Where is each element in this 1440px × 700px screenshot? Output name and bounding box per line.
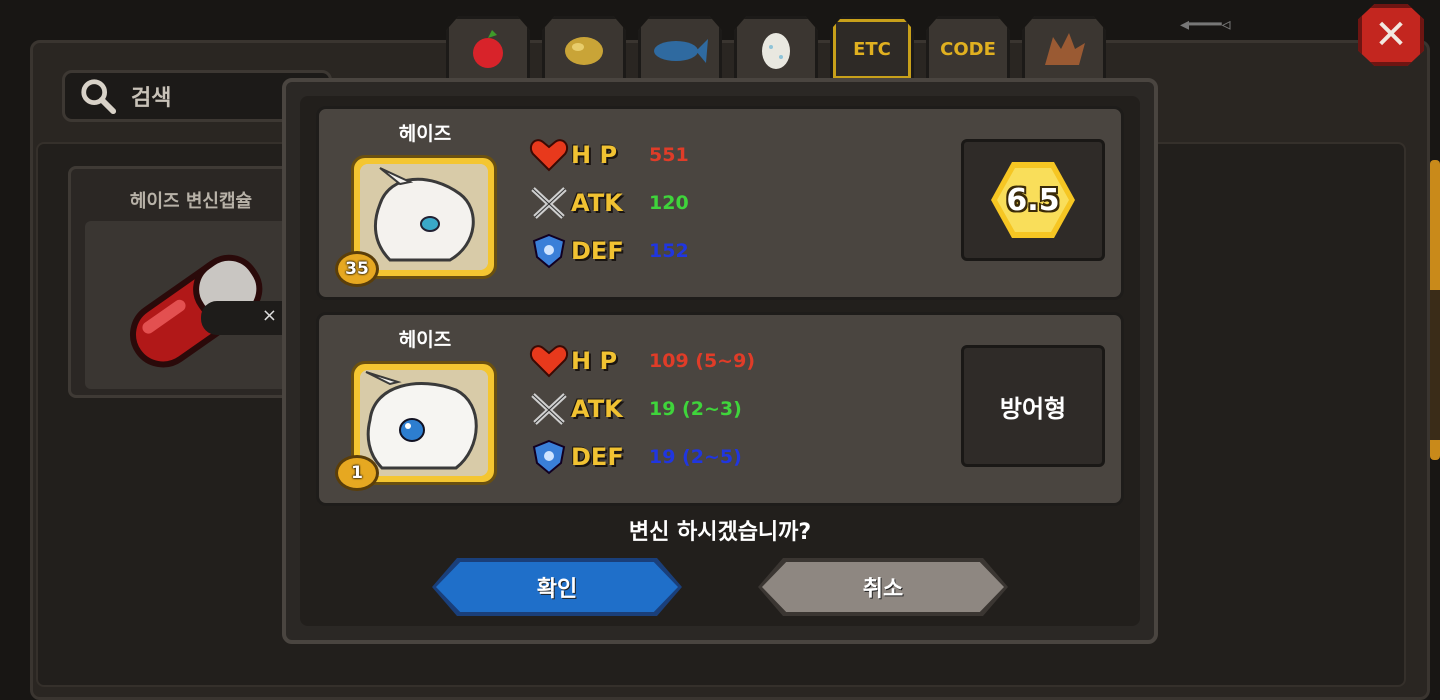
tab-dragon[interactable]	[1022, 16, 1106, 82]
item-count: ×	[201, 301, 287, 335]
item-title: 헤이즈 변신캡슐	[129, 191, 253, 212]
tab-fish[interactable]	[638, 16, 722, 82]
current-level-badge: 35	[335, 251, 379, 287]
close-icon: ✕	[1374, 12, 1408, 58]
current-pet-card: 헤이즈 35 H P 551 ATK 120 DEF 152 6.5	[316, 106, 1124, 300]
search-icon	[81, 79, 117, 115]
item-card[interactable]: 헤이즈 변신캡슐 ×	[68, 166, 308, 398]
result-hp-row: H P 109 (5~9)	[527, 341, 755, 381]
close-button[interactable]: ✕	[1358, 4, 1424, 66]
egg-icon	[762, 33, 790, 69]
dragon-icon	[1045, 33, 1085, 65]
shield-icon	[527, 439, 571, 475]
tab-code-label: CODE	[940, 38, 996, 60]
result-hp-value: 109 (5~9)	[649, 350, 756, 372]
tab-ore[interactable]	[542, 16, 626, 82]
swords-icon	[527, 185, 571, 221]
tab-egg[interactable]	[734, 16, 818, 82]
baby-dragon-portrait-icon	[360, 370, 488, 476]
fish-icon	[654, 39, 708, 63]
current-pet-name: 헤이즈	[398, 123, 452, 145]
current-hp-value: 551	[649, 144, 689, 166]
swords-icon	[527, 391, 571, 427]
heart-icon	[527, 137, 571, 173]
shield-icon	[527, 233, 571, 269]
current-atk-value: 120	[649, 192, 689, 214]
type-box: 방어형	[961, 345, 1105, 467]
hp-label: H P	[571, 141, 618, 169]
result-pet-card: 헤이즈 1 H P 109 (5~9) ATK 19 (2~3) DEF 19 …	[316, 312, 1124, 506]
atk-label: ATK	[571, 189, 623, 217]
result-def-row: DEF 19 (2~5)	[527, 437, 742, 477]
result-pet-name: 헤이즈	[398, 329, 452, 351]
grade-box: 6.5	[961, 139, 1105, 261]
scroll-track[interactable]	[1430, 290, 1440, 440]
dragon-portrait-icon	[360, 164, 488, 270]
current-hp-row: H P 551	[527, 135, 689, 175]
atk-label: ATK	[571, 395, 623, 423]
hp-label: H P	[571, 347, 618, 375]
category-tabs: ETC CODE	[440, 6, 1120, 82]
result-atk-value: 19 (2~3)	[649, 398, 742, 420]
current-def-value: 152	[649, 240, 689, 262]
pet-type-label: 방어형	[999, 394, 1067, 423]
confirm-question: 변신 하시겠습니까?	[628, 520, 812, 545]
fruit-icon	[473, 30, 503, 68]
tab-code[interactable]: CODE	[926, 16, 1010, 82]
confirm-button-label: 확인	[536, 577, 578, 602]
confirm-button[interactable]: 확인	[432, 558, 682, 616]
grade-value: 6.5	[997, 168, 1069, 232]
tab-etc[interactable]: ETC	[830, 16, 914, 82]
current-def-row: DEF 152	[527, 231, 689, 271]
tab-fruit[interactable]	[446, 16, 530, 82]
def-label: DEF	[571, 443, 624, 471]
grade-hexagon: 6.5	[991, 162, 1075, 238]
current-atk-row: ATK 120	[527, 183, 689, 223]
tab-etc-label: ETC	[853, 38, 891, 60]
result-level-badge: 1	[335, 455, 379, 491]
result-def-value: 19 (2~5)	[649, 446, 742, 468]
search-label: 검색	[131, 86, 172, 111]
cancel-button[interactable]: 취소	[758, 558, 1008, 616]
def-label: DEF	[571, 237, 624, 265]
ore-icon	[565, 37, 603, 65]
cancel-button-label: 취소	[862, 577, 904, 602]
result-atk-row: ATK 19 (2~3)	[527, 389, 742, 429]
header-ornament: ◂━━━◃	[1180, 14, 1231, 35]
heart-icon	[527, 343, 571, 379]
